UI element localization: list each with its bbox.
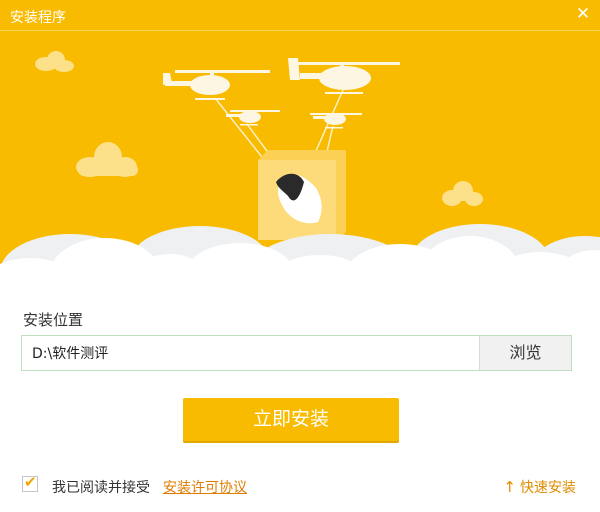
install-path-input[interactable] [22, 336, 480, 370]
helicopter-small-left-icon [226, 110, 280, 126]
checkmark-icon: ✔ [24, 473, 37, 491]
cloud-medium-left-icon [76, 142, 138, 177]
helicopter-small-right-icon [310, 113, 362, 129]
agree-label: 我已阅读并接受 [52, 480, 150, 496]
window-title: 安装程序 [10, 10, 66, 26]
title-bar: 安装程序 ✕ [0, 0, 600, 30]
title-divider [0, 30, 600, 31]
install-now-button[interactable]: 立即安装 [183, 398, 399, 441]
browse-button[interactable]: 浏览 [479, 336, 571, 370]
banner-illustration [0, 51, 600, 300]
quick-install-link[interactable]: ↑ 快速安装 [503, 477, 576, 497]
package-box-icon [258, 150, 346, 240]
agree-checkbox[interactable]: ✔ [22, 473, 38, 492]
cloud-small-left-icon [35, 51, 74, 72]
install-location-label: 安装位置 [23, 311, 84, 329]
license-link[interactable]: 安装许可协议 [163, 477, 247, 497]
quick-install-label: 快速安装 [520, 480, 576, 496]
close-icon[interactable]: ✕ [572, 3, 594, 25]
cloud-small-right-icon [442, 181, 483, 206]
installer-window: 安装程序 ✕ 安装位置 浏览 立即安装 ✔ 我已阅读并接受 安装许可协议 ↑快速… [0, 0, 600, 512]
helicopter-left-icon [163, 70, 270, 100]
install-path-group: 浏览 [21, 335, 572, 371]
up-arrow-icon: ↑ [503, 478, 516, 496]
helicopter-right-icon [288, 58, 400, 94]
